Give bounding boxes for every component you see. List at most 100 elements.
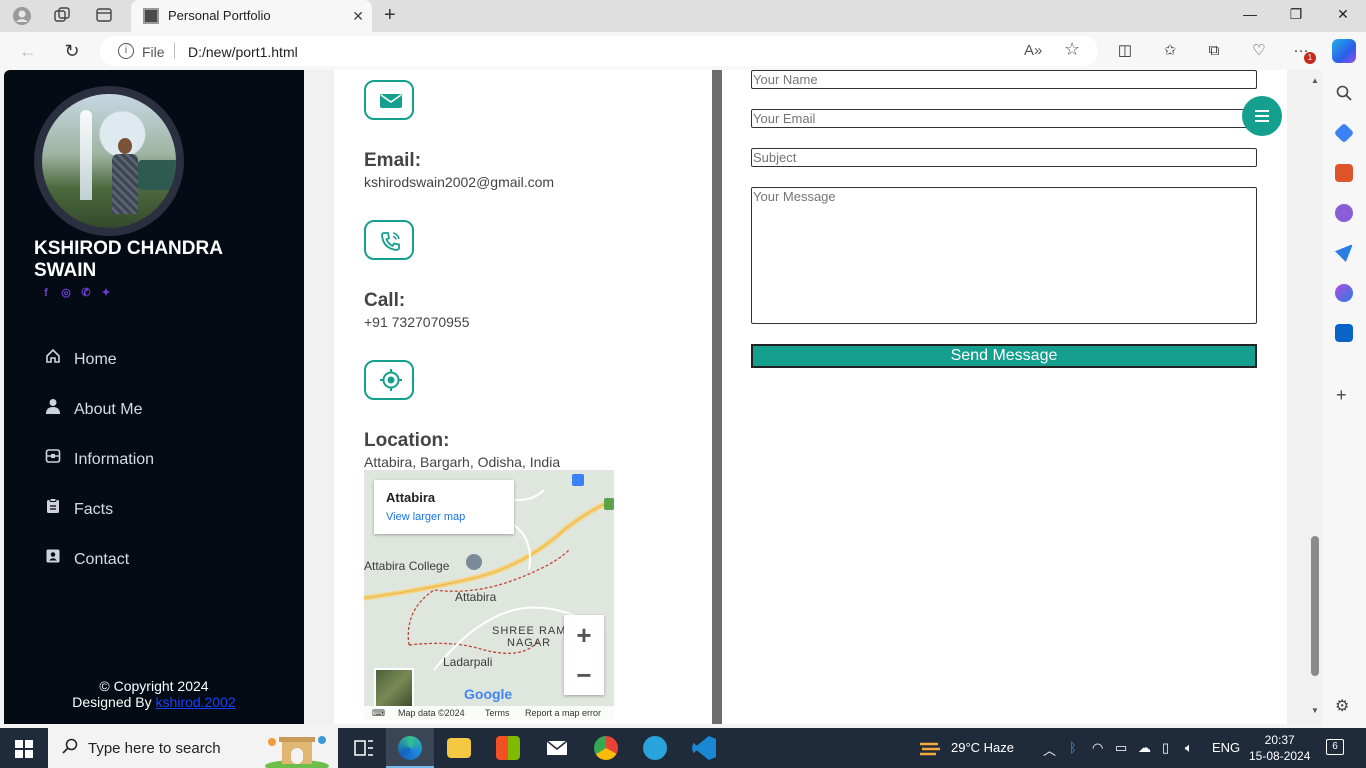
telegram-icon[interactable] <box>631 728 679 768</box>
tools-briefcase-icon[interactable] <box>1335 164 1353 182</box>
report-map-error-link[interactable]: Report a map error <box>525 708 601 718</box>
shopping-tag-icon[interactable] <box>1333 122 1355 144</box>
address-bar[interactable]: i File D:/new/port1.html A» ☆ <box>100 36 1098 66</box>
clock-date: 15-08-2024 <box>1249 749 1311 763</box>
zoom-in-button[interactable]: + <box>564 615 604 655</box>
facebook-icon[interactable]: f <box>38 286 54 300</box>
edge-taskbar-icon[interactable] <box>386 728 434 768</box>
send-message-button[interactable]: Send Message <box>751 344 1257 368</box>
outlook-icon[interactable] <box>1335 324 1353 342</box>
subject-input[interactable] <box>751 148 1257 167</box>
embedded-map[interactable]: Attabira View larger map Attabira Colleg… <box>364 470 614 720</box>
zoom-out-button[interactable]: − <box>564 655 604 695</box>
favorites-icon[interactable]: ✩ <box>1159 41 1181 61</box>
nav-item-home[interactable]: Home <box>44 344 264 394</box>
email-input[interactable] <box>751 109 1257 128</box>
profile-icon[interactable] <box>12 6 32 26</box>
location-value: Attabira, Bargarh, Odisha, India <box>364 454 561 470</box>
copilot-icon[interactable] <box>1332 39 1356 63</box>
chrome-icon[interactable] <box>582 728 630 768</box>
games-icon[interactable] <box>1335 204 1353 222</box>
volume-icon[interactable]: 🔈︎ <box>1185 740 1193 756</box>
task-view-icon[interactable] <box>340 728 388 768</box>
name-input[interactable] <box>751 70 1257 89</box>
split-screen-icon[interactable]: ◫ <box>1114 41 1136 61</box>
microsoft-store-icon[interactable] <box>484 728 532 768</box>
input-language[interactable]: ENG <box>1212 740 1240 755</box>
meet-now-icon[interactable]: ▭ <box>1115 740 1127 756</box>
web-page: KSHIROD CHANDRA SWAIN f ◎ ✆ ✦ Home About Me <box>4 70 1322 724</box>
minimize-icon[interactable]: — <box>1240 6 1260 22</box>
map-label: Ladarpali <box>443 655 493 669</box>
back-icon[interactable]: ← <box>17 41 39 61</box>
favorite-star-icon[interactable]: ☆ <box>1064 39 1080 60</box>
nav-item-information[interactable]: Information <box>44 444 264 494</box>
bluetooth-icon[interactable]: ᛒ <box>1069 740 1077 755</box>
map-place-name: Attabira <box>386 490 436 505</box>
wifi-icon[interactable]: ◠ <box>1092 740 1103 756</box>
nav-item-contact[interactable]: Contact <box>44 544 264 594</box>
nav-item-about[interactable]: About Me <box>44 394 264 444</box>
url-separator <box>174 43 175 59</box>
send-icon[interactable] <box>1335 244 1353 262</box>
menu-toggle-button[interactable] <box>1242 96 1282 136</box>
vscode-icon[interactable] <box>680 728 728 768</box>
map-label: Attabira College <box>364 559 450 573</box>
message-textarea[interactable] <box>751 187 1257 324</box>
satellite-toggle[interactable] <box>374 668 414 708</box>
browser-tab-bar: Personal Portfolio ✕ + — ❐ ✕ <box>0 0 1366 32</box>
mail-icon[interactable] <box>533 728 581 768</box>
tab-actions-icon[interactable] <box>94 6 114 26</box>
instagram-icon[interactable]: ◎ <box>58 286 74 300</box>
restore-icon[interactable]: ❐ <box>1286 6 1306 23</box>
page-scrollbar[interactable]: ▲ ▼ <box>1308 70 1322 724</box>
email-title: Email: <box>364 150 422 171</box>
collections-icon[interactable]: ⧉ <box>1203 41 1225 61</box>
scroll-up-icon[interactable]: ▲ <box>1311 76 1319 85</box>
search-sidebar-icon[interactable] <box>1335 84 1353 102</box>
portfolio-sidebar: KSHIROD CHANDRA SWAIN f ◎ ✆ ✦ Home About Me <box>4 70 304 724</box>
envelope-icon <box>364 80 414 120</box>
hamburger-line <box>1255 110 1269 112</box>
contact-section: Email: kshirodswain2002@gmail.com Call: … <box>334 70 1287 724</box>
read-aloud-icon[interactable]: A» <box>1024 42 1042 59</box>
site-info-icon[interactable]: i <box>118 43 134 59</box>
taskbar-clock[interactable]: 20:37 15-08-2024 <box>1249 732 1310 764</box>
hamburger-line <box>1255 115 1269 117</box>
photo-person <box>112 138 138 218</box>
file-explorer-icon[interactable] <box>435 728 483 768</box>
scroll-down-icon[interactable]: ▼ <box>1311 706 1319 715</box>
close-tab-icon[interactable]: ✕ <box>352 8 364 25</box>
scroll-thumb[interactable] <box>1311 536 1319 676</box>
address-toolbar: ← ↻ i File D:/new/port1.html A» ☆ ◫ ✩ ⧉ … <box>0 32 1366 70</box>
whatsapp-icon[interactable]: ✆ <box>78 286 94 300</box>
keyboard-icon[interactable]: ⌨ <box>372 708 385 719</box>
map-terms-link[interactable]: Terms <box>485 708 510 718</box>
microsoft-365-icon[interactable] <box>1335 284 1353 302</box>
new-tab-icon[interactable]: + <box>384 4 396 27</box>
battery-icon[interactable]: ▯ <box>1162 740 1169 756</box>
sidebar-settings-icon[interactable]: ⚙ <box>1335 696 1349 716</box>
notification-center-icon[interactable]: 6 <box>1326 739 1344 755</box>
workspaces-icon[interactable] <box>52 6 72 26</box>
photo-fountain <box>80 110 92 200</box>
home-icon <box>44 348 62 366</box>
windows-start-icon[interactable] <box>15 740 33 758</box>
nav-item-facts[interactable]: Facts <box>44 494 264 544</box>
column-divider <box>712 70 722 724</box>
view-larger-map-link[interactable]: View larger map <box>386 511 465 523</box>
notification-badge: 1 <box>1304 52 1316 64</box>
browser-essentials-icon[interactable]: ♡ <box>1248 41 1270 61</box>
weather-icon[interactable] <box>918 738 942 761</box>
refresh-icon[interactable]: ↻ <box>61 41 83 61</box>
weather-text[interactable]: 29°C Haze <box>951 740 1014 755</box>
twitter-icon[interactable]: ✦ <box>98 286 114 300</box>
taskbar-search-box[interactable]: Type here to search <box>48 728 338 768</box>
onedrive-icon[interactable]: ☁ <box>1138 740 1151 756</box>
show-hidden-icons-icon[interactable]: ︿ <box>1043 740 1056 759</box>
designer-link[interactable]: kshirod.2002 <box>156 694 236 710</box>
active-tab[interactable]: Personal Portfolio ✕ <box>131 0 372 32</box>
add-sidebar-app-icon[interactable]: + <box>1336 385 1347 406</box>
window-close-icon[interactable]: ✕ <box>1333 6 1353 23</box>
url-text[interactable]: D:/new/port1.html <box>188 44 298 60</box>
